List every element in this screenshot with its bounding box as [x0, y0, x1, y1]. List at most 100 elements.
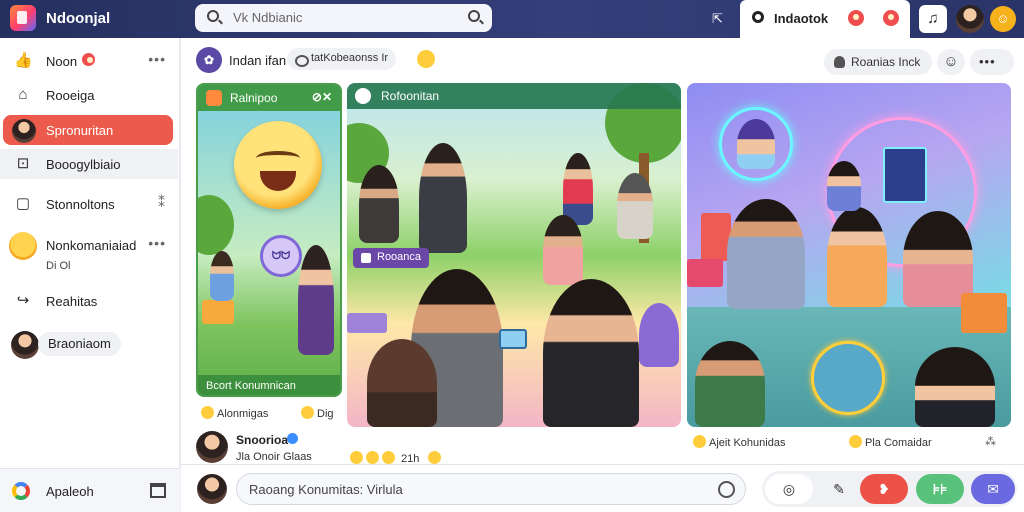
- smiley-icon: [382, 451, 395, 464]
- card-title: Ralnipoo: [230, 91, 278, 105]
- smiley-icon: [301, 406, 314, 419]
- post-author-name[interactable]: Snoorioa: [236, 433, 288, 447]
- emoji-picker-icon[interactable]: [718, 481, 735, 498]
- avatar: [11, 331, 39, 359]
- smiley-icon: [428, 451, 442, 464]
- send-button[interactable]: ✉: [971, 474, 1015, 504]
- avatar[interactable]: [196, 431, 228, 463]
- sidebar-item-stonnoltons[interactable]: ▢ Stonnoltons ⁑: [0, 189, 178, 219]
- thumbs-up-icon: 👍: [14, 52, 33, 69]
- reaction-label: Ajeit Kohunidas: [709, 437, 786, 449]
- group-icon[interactable]: ✿: [196, 47, 222, 73]
- coin-icon[interactable]: ☺: [990, 6, 1016, 32]
- format-button[interactable]: ⊧⊧: [916, 474, 964, 504]
- image-icon: ⊡: [16, 155, 30, 172]
- app-title: Ndoonjal: [46, 10, 111, 27]
- sidebar-item-nonkomaniaiad[interactable]: Nonkomaniaiad •••: [0, 230, 178, 260]
- notification-icon[interactable]: [848, 10, 864, 26]
- sidebar-item-sub: Di Ol: [46, 260, 71, 272]
- person-illustration: [617, 173, 653, 239]
- tab-label: Indaotok: [774, 11, 829, 26]
- composer-toolbar: ◎ ✎ ❥ ⊧⊧ ✉: [762, 471, 1017, 507]
- app-icon: [355, 88, 371, 104]
- reaction-caption[interactable]: Dig: [301, 406, 334, 420]
- sidebar-item-noon[interactable]: 👍 Noon •••: [0, 46, 178, 76]
- avatar[interactable]: [956, 5, 984, 33]
- card-header: Rofoonitan: [347, 83, 681, 109]
- more-icon[interactable]: •••: [148, 235, 166, 251]
- reaction-caption[interactable]: Alonmigas: [201, 406, 268, 420]
- card-tag[interactable]: Rooanca: [353, 248, 430, 268]
- page-title: Indan ifan: [229, 53, 287, 68]
- sidebar-item-booogylbiaio[interactable]: ⊡ Booogylbiaio: [0, 149, 178, 179]
- more-icon[interactable]: •••: [148, 51, 166, 67]
- chat-bubble-icon: ᗢᗢ: [260, 235, 302, 277]
- like-button[interactable]: ❥: [860, 474, 908, 504]
- footer-label: Apaleoh: [46, 484, 94, 499]
- store-icon[interactable]: [150, 483, 166, 498]
- avatar-halo-illustration: [811, 341, 885, 415]
- tree-illustration: [198, 195, 234, 255]
- media-card[interactable]: [687, 83, 1011, 427]
- person-illustration: [210, 251, 234, 301]
- smiley-icon: [366, 451, 379, 464]
- more-button[interactable]: •••: [970, 49, 1014, 75]
- sidebar-item-braoniaom[interactable]: Braoniaom: [0, 330, 178, 360]
- header-button[interactable]: Roanias Inck: [824, 49, 932, 75]
- post-reactions[interactable]: 21h: [350, 451, 444, 465]
- emoji-button[interactable]: ☺: [937, 49, 965, 75]
- mascot-illustration: [639, 303, 679, 367]
- header-chip[interactable]: tatKobeaonss Ir: [287, 48, 397, 70]
- reaction-icon[interactable]: [883, 10, 899, 26]
- post-subtitle: Jla Onoir Glaas: [236, 451, 312, 463]
- more-icon[interactable]: ⁑: [158, 194, 166, 211]
- app-logo-icon[interactable]: [10, 5, 36, 31]
- sidebar-item-label: Nonkomaniaiad: [46, 238, 137, 253]
- photo-illustration: [499, 329, 527, 349]
- screen-illustration: [883, 147, 927, 203]
- top-bar: Ndoonjal Vk Ndbianic ⇱ Indaotok ♫ ☺: [0, 0, 1024, 38]
- sidebar-item-label: Spronuritan: [46, 123, 114, 138]
- edit-button[interactable]: ✎: [815, 474, 863, 504]
- search-icon: [207, 10, 219, 22]
- reaction-label: Dig: [317, 408, 334, 420]
- smiley-icon: [201, 406, 214, 419]
- sidebar-item-reahitas[interactable]: ↪ Reahitas: [0, 286, 178, 316]
- music-button[interactable]: ♫: [919, 5, 947, 33]
- person-illustration: [695, 341, 765, 427]
- sidebar: 👍 Noon ••• ⌂ Rooeiga Spronuritan ⊡ Booog…: [0, 38, 180, 512]
- more-icon[interactable]: ⁂: [985, 435, 996, 448]
- close-icon[interactable]: ⊘✕: [312, 90, 332, 104]
- tab-active[interactable]: Indaotok: [740, 0, 910, 38]
- reaction-label: Alonmigas: [217, 408, 269, 420]
- media-card[interactable]: Ralnipoo ⊘✕ ᗢᗢ Bcort Konumnican: [196, 83, 342, 397]
- person-illustration: [543, 215, 583, 285]
- search-icon: [752, 11, 764, 23]
- table-illustration: [202, 300, 234, 324]
- message-input[interactable]: Raoang Konumitas: Virlula: [236, 473, 746, 505]
- block-illustration: [347, 313, 387, 333]
- share-icon[interactable]: ⇱: [712, 11, 723, 27]
- reaction-caption[interactable]: Pla Comaidar: [849, 435, 932, 449]
- search-input[interactable]: Vk Ndbianic: [195, 4, 492, 32]
- reaction-caption[interactable]: Ajeit Kohunidas: [693, 435, 785, 449]
- card-header: Ralnipoo ⊘✕: [198, 85, 340, 111]
- sidebar-item-label: Rooeiga: [46, 88, 95, 103]
- person-illustration: [359, 165, 399, 243]
- person-illustration: [563, 153, 593, 225]
- person-illustration: [419, 143, 467, 253]
- sidebar-item-spronuritan[interactable]: Spronuritan: [3, 115, 173, 145]
- camera-button[interactable]: ◎: [765, 474, 813, 504]
- main-content: ✿ Indan ifan tatKobeaonss Ir Roanias Inc…: [181, 38, 1024, 512]
- search-submit-icon[interactable]: [468, 10, 480, 22]
- sidebar-item-rooeiga[interactable]: ⌂ Rooeiga: [0, 80, 178, 110]
- media-card[interactable]: Rooanca Rofoonitan: [347, 83, 681, 427]
- person-illustration: [827, 207, 887, 307]
- home-icon: ⌂: [18, 86, 28, 103]
- reaction-label: Pla Comaidar: [865, 437, 932, 449]
- person-illustration: [367, 339, 437, 427]
- bookmark-icon: ▢: [15, 195, 31, 212]
- sidebar-footer[interactable]: Apaleoh: [0, 468, 180, 512]
- sidebar-item-label: Braoniaom: [38, 332, 121, 356]
- card-caption-label: Bcort Konumnican: [206, 380, 296, 392]
